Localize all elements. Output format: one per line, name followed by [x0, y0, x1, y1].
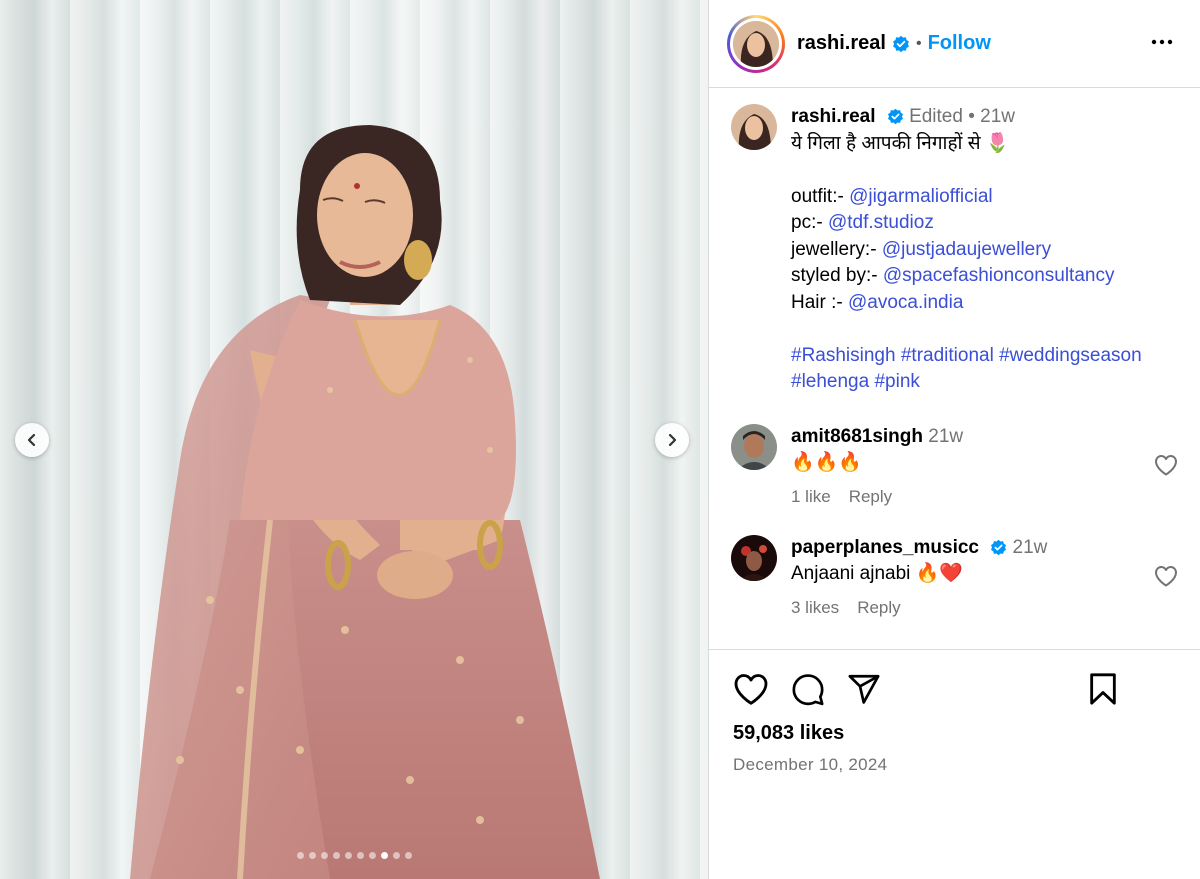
- avatar[interactable]: [731, 423, 777, 470]
- carousel-dot: [344, 852, 352, 859]
- comment-text: Anjaani ajnabi 🔥❤️: [791, 563, 963, 584]
- follow-button[interactable]: Follow: [928, 32, 991, 55]
- comment-like-count[interactable]: 1 like: [791, 487, 831, 507]
- bookmark-icon: [1090, 673, 1116, 705]
- caption-label: styled by:-: [791, 265, 883, 286]
- save-button[interactable]: [1088, 672, 1118, 711]
- post-header: rashi.real • Follow: [709, 0, 1200, 88]
- separator-dot: •: [915, 34, 922, 52]
- post-details-panel: rashi.real • Follow rashi.real Edited • …: [708, 0, 1200, 879]
- carousel-dot: [356, 852, 364, 859]
- avatar[interactable]: [727, 14, 785, 73]
- caption-line: #lehenga #pink: [791, 369, 1182, 396]
- more-options-button[interactable]: [1150, 30, 1174, 59]
- carousel-dot: [320, 852, 328, 859]
- comment-icon: [792, 674, 824, 706]
- caption-text-span: ये गिला है आपकी निगाहों से 🌷: [791, 132, 1010, 154]
- comment-item: amit8681singh 21w 🔥🔥🔥 1 like Reply: [709, 423, 1200, 507]
- verified-badge-icon: [892, 35, 910, 53]
- caption-line: pc:- @tdf.studioz: [791, 210, 1182, 237]
- like-count[interactable]: 59,083 likes: [733, 722, 1200, 745]
- carousel-dot: [308, 852, 316, 859]
- mention-link[interactable]: @avoca.india: [848, 292, 963, 313]
- comment-username[interactable]: amit8681singh: [791, 426, 923, 447]
- heart-icon: [1155, 565, 1177, 586]
- verified-badge-icon: [887, 108, 904, 125]
- avatar-image: [731, 534, 777, 581]
- mention-link[interactable]: @tdf.studioz: [828, 212, 934, 233]
- caption-line: Hair :- @avoca.india: [791, 290, 1182, 317]
- reply-button[interactable]: Reply: [849, 487, 892, 507]
- heart-icon: [1155, 454, 1177, 475]
- caption-line: #Rashisingh #traditional #weddingseason: [791, 343, 1182, 370]
- next-slide-button[interactable]: [655, 423, 689, 457]
- previous-slide-button[interactable]: [15, 423, 49, 457]
- comment-like-button[interactable]: [1154, 454, 1178, 481]
- heart-icon: [734, 674, 768, 705]
- comments-scroll-area[interactable]: rashi.real Edited • 21w ये गिला है आपकी …: [709, 89, 1200, 649]
- mention-link[interactable]: @justjadaujewellery: [882, 239, 1051, 260]
- comment-like-button[interactable]: [1154, 565, 1178, 592]
- comment-time: 21w: [928, 425, 964, 447]
- post-actions: 59,083 likes December 10, 2024: [709, 649, 1200, 879]
- verified-badge-icon: [990, 539, 1007, 556]
- share-icon: [848, 674, 880, 704]
- carousel-dot: [368, 852, 376, 859]
- comment-like-count[interactable]: 3 likes: [791, 598, 839, 618]
- mention-link[interactable]: #lehenga #pink: [791, 371, 920, 392]
- post-time: 21w: [980, 106, 1016, 127]
- comment-item: paperplanes_musicc 21w Anjaani ajnabi 🔥❤️…: [709, 534, 1200, 618]
- post-media[interactable]: [0, 0, 708, 879]
- avatar[interactable]: [731, 534, 777, 581]
- carousel-dot: [296, 852, 304, 859]
- more-icon: [1151, 39, 1173, 45]
- carousel-indicator: [0, 852, 708, 859]
- header-username[interactable]: rashi.real: [797, 32, 886, 55]
- post-photo: [130, 125, 600, 879]
- chevron-right-icon: [668, 433, 677, 447]
- comment-username[interactable]: paperplanes_musicc: [791, 537, 979, 558]
- avatar-image: [731, 104, 777, 150]
- chevron-left-icon: [27, 433, 36, 447]
- caption-line: ये गिला है आपकी निगाहों से 🌷: [791, 131, 1182, 158]
- caption-line: outfit:- @jigarmaliofficial: [791, 184, 1182, 211]
- caption-label: Hair :-: [791, 291, 848, 313]
- carousel-dot: [404, 852, 412, 859]
- carousel-dot: [392, 852, 400, 859]
- mention-link[interactable]: #Rashisingh #traditional #weddingseason: [791, 345, 1142, 366]
- share-button[interactable]: [847, 672, 881, 706]
- carousel-dot: [380, 852, 388, 859]
- caption-line: styled by:- @spacefashionconsultancy: [791, 263, 1182, 290]
- comment-button[interactable]: [791, 672, 825, 706]
- caption-line: [791, 157, 1182, 184]
- avatar-image: [731, 423, 777, 470]
- avatar-image: [733, 20, 779, 67]
- caption-username[interactable]: rashi.real: [791, 106, 876, 127]
- like-button[interactable]: [733, 672, 769, 706]
- carousel-dot: [332, 852, 340, 859]
- caption-line: [791, 316, 1182, 343]
- comment-time: 21w: [1012, 536, 1048, 558]
- reply-button[interactable]: Reply: [857, 598, 900, 618]
- mention-link[interactable]: @jigarmaliofficial: [849, 186, 993, 207]
- post-date: December 10, 2024: [733, 755, 888, 774]
- avatar[interactable]: [731, 104, 777, 150]
- caption: rashi.real Edited • 21w ये गिला है आपकी …: [709, 104, 1200, 396]
- caption-line: jewellery:- @justjadaujewellery: [791, 237, 1182, 264]
- caption-label: outfit:-: [791, 185, 850, 207]
- comment-text: 🔥🔥🔥: [791, 452, 862, 473]
- mention-link[interactable]: @spacefashionconsultancy: [883, 265, 1115, 286]
- caption-label: jewellery:-: [791, 238, 882, 260]
- caption-text: ये गिला है आपकी निगाहों से 🌷 outfit:- @ji…: [791, 131, 1182, 396]
- separator-dot: •: [968, 106, 975, 127]
- edited-label: Edited: [909, 106, 963, 127]
- caption-label: pc:-: [791, 212, 828, 233]
